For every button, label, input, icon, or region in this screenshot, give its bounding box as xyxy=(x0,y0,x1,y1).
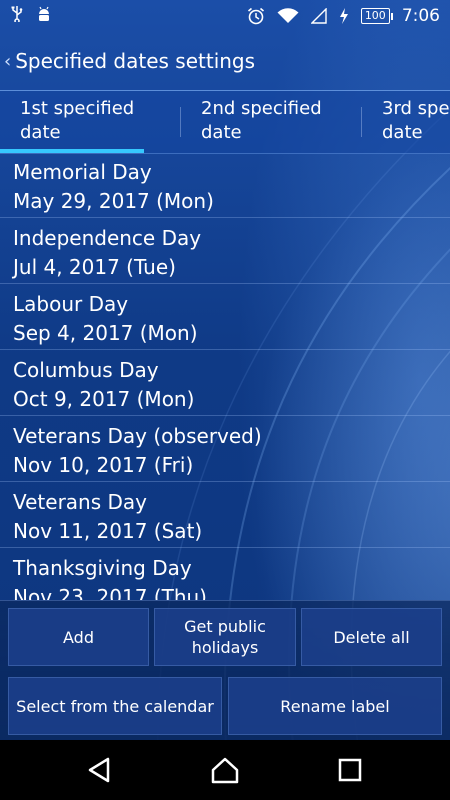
usb-icon xyxy=(10,5,24,27)
tab-1st-specified-date[interactable]: 1st specified date xyxy=(0,97,145,153)
clock: 7:06 xyxy=(401,6,440,26)
list-item[interactable]: Veterans Day (observed) Nov 10, 2017 (Fr… xyxy=(0,416,450,482)
holiday-date: Sep 4, 2017 (Mon) xyxy=(13,321,198,345)
holiday-date: Nov 11, 2017 (Sat) xyxy=(13,519,203,543)
select-from-calendar-button[interactable]: Select from the calendar xyxy=(8,677,222,735)
charging-icon xyxy=(339,8,349,24)
list-item[interactable]: Independence Day Jul 4, 2017 (Tue) xyxy=(0,218,450,284)
list-item[interactable]: Labour Day Sep 4, 2017 (Mon) xyxy=(0,284,450,350)
battery-indicator: 100 xyxy=(360,8,393,24)
holiday-date: Nov 23, 2017 (Thu) xyxy=(13,585,207,600)
signal-icon xyxy=(310,8,327,24)
alarm-icon xyxy=(247,7,265,25)
tab-divider xyxy=(361,107,362,137)
list-item[interactable]: Thanksgiving Day Nov 23, 2017 (Thu) xyxy=(0,548,450,600)
back-chevron-icon[interactable]: ‹ xyxy=(4,51,11,72)
holiday-date: Oct 9, 2017 (Mon) xyxy=(13,387,195,411)
get-public-holidays-button[interactable]: Get public holidays xyxy=(154,608,296,666)
status-bar: 100 7:06 xyxy=(0,0,450,32)
holiday-name: Independence Day xyxy=(13,226,202,250)
delete-all-button[interactable]: Delete all xyxy=(301,608,442,666)
back-triangle-icon[interactable] xyxy=(84,754,116,786)
action-panel: Add Get public holidays Delete all Selec… xyxy=(0,600,450,741)
holiday-name: Columbus Day xyxy=(13,358,159,382)
navigation-bar xyxy=(0,740,450,800)
holiday-name: Veterans Day xyxy=(13,490,148,514)
android-debug-icon xyxy=(36,6,52,27)
holiday-name: Veterans Day (observed) xyxy=(13,424,262,448)
tab-2nd-specified-date[interactable]: 2nd specified date xyxy=(201,97,322,147)
page-title: Specified dates settings xyxy=(15,49,256,73)
holiday-name: Thanksgiving Day xyxy=(13,556,192,580)
holiday-name: Labour Day xyxy=(13,292,129,316)
tab-3rd-specified-date[interactable]: 3rd spe date xyxy=(382,97,450,147)
app-bar: ‹ Specified dates settings xyxy=(0,32,450,90)
specified-dates-list[interactable]: Memorial Day May 29, 2017 (Mon) Independ… xyxy=(0,152,450,600)
holiday-date: Jul 4, 2017 (Tue) xyxy=(13,255,176,279)
holiday-date: Nov 10, 2017 (Fri) xyxy=(13,453,194,477)
recents-icon[interactable] xyxy=(334,754,366,786)
rename-label-button[interactable]: Rename label xyxy=(228,677,442,735)
wifi-icon xyxy=(277,8,299,24)
add-button[interactable]: Add xyxy=(8,608,149,666)
list-item[interactable]: Memorial Day May 29, 2017 (Mon) xyxy=(0,152,450,218)
home-icon[interactable] xyxy=(209,754,241,786)
tab-divider xyxy=(180,107,181,137)
list-item[interactable]: Columbus Day Oct 9, 2017 (Mon) xyxy=(0,350,450,416)
holiday-date: May 29, 2017 (Mon) xyxy=(13,189,214,213)
tab-bar: 1st specified date 2nd specified date 3r… xyxy=(0,90,450,154)
list-item[interactable]: Veterans Day Nov 11, 2017 (Sat) xyxy=(0,482,450,548)
holiday-name: Memorial Day xyxy=(13,160,152,184)
